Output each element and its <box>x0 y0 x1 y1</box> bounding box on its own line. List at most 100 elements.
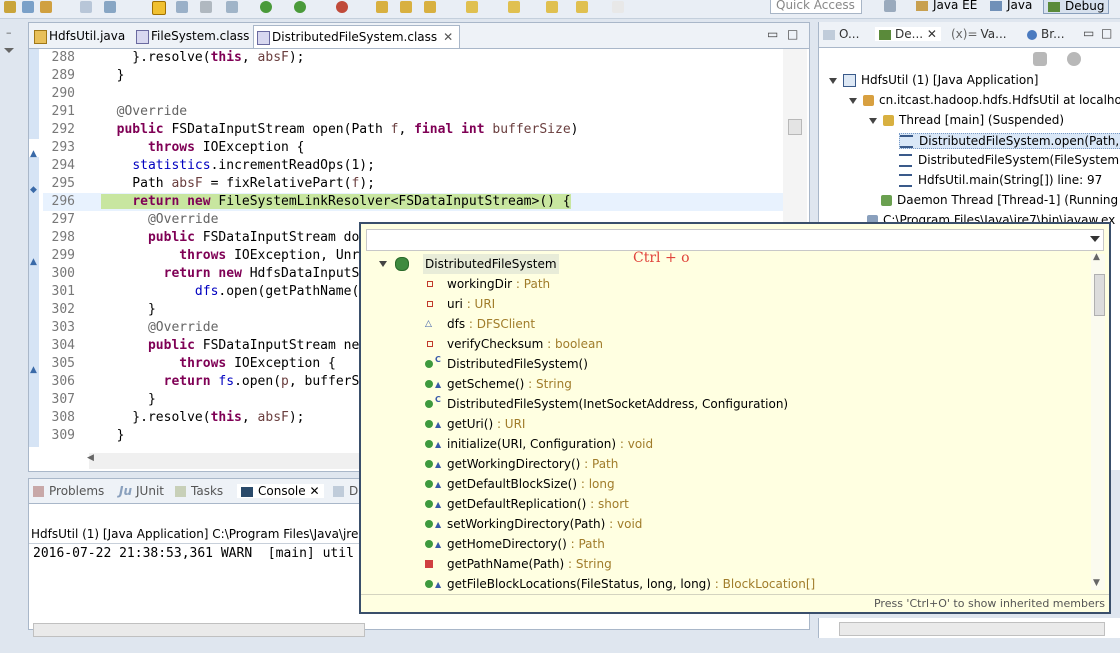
debug-tree-item[interactable]: Daemon Thread [Thread-1] (Running <box>881 193 1118 207</box>
tab-breakpoints[interactable]: Br... <box>1027 27 1065 41</box>
open-perspective-icon[interactable] <box>884 0 896 12</box>
minimize-icon[interactable]: ▭ <box>1083 26 1094 40</box>
close-icon[interactable]: ✕ <box>443 26 453 48</box>
breakpoint-marker-icon[interactable]: ◆ <box>30 185 37 195</box>
code-line: 290 <box>43 85 803 103</box>
terminate-icon[interactable] <box>176 1 188 13</box>
folder-icon[interactable] <box>40 1 52 13</box>
tab-filesystem-class[interactable]: FileSystem.class <box>133 25 249 47</box>
tab-tasks[interactable]: Tasks <box>175 484 223 498</box>
tab-debug-shell[interactable]: D <box>333 484 358 498</box>
class-icon <box>395 257 409 271</box>
outline-filter-input[interactable] <box>366 229 1104 251</box>
quick-access-input[interactable]: Quick Access <box>770 0 862 14</box>
problems-icon <box>33 486 44 497</box>
maximize-icon[interactable]: □ <box>1101 26 1112 40</box>
scroll-down-icon[interactable]: ▼ <box>1093 578 1100 588</box>
line-number: 308 <box>51 410 75 425</box>
minimize-icon[interactable]: – <box>6 26 12 39</box>
expand-icon[interactable] <box>849 97 857 104</box>
perspective-java-ee[interactable]: Java EE <box>916 0 977 14</box>
expand-icon[interactable] <box>869 117 877 124</box>
tab-hdfsutil-java[interactable]: HdfsUtil.java <box>31 25 125 47</box>
tab-debug[interactable]: De... ✕ <box>875 27 941 41</box>
annotation-icon[interactable] <box>466 1 478 13</box>
last-edit-icon[interactable] <box>612 1 624 13</box>
expand-icon[interactable] <box>379 261 387 267</box>
step-icon[interactable] <box>22 1 34 13</box>
console-output[interactable]: 2016-07-22 21:38:53,361 WARN [main] util <box>33 546 354 561</box>
search-icon[interactable] <box>424 1 436 13</box>
open-folder-icon[interactable] <box>376 1 388 13</box>
tab-variables[interactable]: (x)= Va... <box>951 27 1007 41</box>
disconnect-icon[interactable] <box>200 1 212 13</box>
shortcut-hint: Ctrl + o <box>633 250 690 266</box>
remove-terminated-icon[interactable] <box>1033 52 1047 66</box>
maximize-icon[interactable]: □ <box>787 27 798 41</box>
back-icon[interactable] <box>546 1 558 13</box>
tab-label: Problems <box>49 484 105 498</box>
code-line: 294 statistics.incrementReadOps(1); <box>43 157 803 175</box>
code-text: dfs.open(getPathName(p <box>194 284 367 299</box>
debug-icon[interactable] <box>4 1 16 13</box>
member-type: : Path <box>512 277 551 291</box>
tab-label: De... <box>895 27 924 41</box>
scrollbar-thumb[interactable] <box>1094 274 1105 316</box>
debug-tree-item-selected[interactable]: DistributedFileSystem.open(Path, <box>899 133 1120 149</box>
perspective-label: Java <box>1007 0 1033 12</box>
forward-icon[interactable] <box>576 1 588 13</box>
line-number: 307 <box>51 392 75 407</box>
scrollbar-thumb[interactable] <box>788 119 802 135</box>
next-annotation-icon[interactable] <box>508 1 520 13</box>
code-text: } <box>101 392 156 407</box>
expand-icon[interactable] <box>829 77 837 84</box>
view-menu-icon[interactable] <box>1090 236 1100 242</box>
perspective-java[interactable]: Java <box>990 0 1032 14</box>
step-into-icon[interactable] <box>226 1 238 13</box>
perspective-debug[interactable]: Debug <box>1043 0 1110 14</box>
tab-console[interactable]: Console ✕ <box>237 484 324 498</box>
line-number: 297 <box>51 212 75 227</box>
console-header: HdfsUtil (1) [Java Application] C:\Progr… <box>31 527 366 541</box>
scroll-up-icon[interactable]: ▲ <box>1093 252 1100 262</box>
debug-tree-item[interactable]: HdfsUtil.main(String[]) line: 97 <box>899 173 1102 187</box>
code-text: throws IOException { <box>179 356 336 371</box>
tab-label: D <box>349 484 359 498</box>
member-label: getPathName(Path) : String <box>447 554 612 574</box>
close-icon[interactable]: ✕ <box>309 484 319 498</box>
external-tools-icon[interactable] <box>336 1 348 13</box>
member-name: dfs <box>447 317 466 331</box>
debug-tree-item[interactable]: cn.itcast.hadoop.hdfs.HdfsUtil at localh… <box>849 93 1120 107</box>
default-field-icon: △ <box>425 319 432 329</box>
debug-tree-item[interactable]: Thread [main] (Suspended) <box>869 113 1064 127</box>
member-type: : boolean <box>543 337 603 351</box>
close-icon[interactable]: ✕ <box>927 27 937 41</box>
line-number: 306 <box>51 374 75 389</box>
scroll-left-icon[interactable]: ◀ <box>87 453 94 463</box>
highlight-icon[interactable] <box>152 1 166 15</box>
open-type-icon[interactable] <box>400 1 412 13</box>
class-file-icon <box>136 30 149 44</box>
skip-breakpoints-icon[interactable] <box>1067 52 1081 66</box>
tab-label: HdfsUtil.java <box>49 29 126 43</box>
run-history-icon[interactable] <box>294 1 306 13</box>
horizontal-scrollbar[interactable] <box>33 623 365 637</box>
debug-target-icon <box>863 95 874 106</box>
view-menu-icon[interactable] <box>4 48 14 53</box>
minimize-icon[interactable]: ▭ <box>767 27 778 41</box>
override-marker-icon: ▲ <box>30 257 37 267</box>
horizontal-scrollbar[interactable] <box>839 622 1105 636</box>
member-type: : short <box>586 497 629 511</box>
member-label: getUri() : URI <box>447 414 525 434</box>
debug-tree-item[interactable]: DistributedFileSystem(FileSystem). <box>899 153 1120 167</box>
line-number: 296 <box>51 194 75 209</box>
tab-outline[interactable]: O... <box>823 27 859 41</box>
public-method-icon <box>425 460 433 468</box>
tab-distributedfilesystem-class[interactable]: DistributedFileSystem.class ✕ <box>253 25 461 48</box>
run-icon[interactable] <box>260 1 272 13</box>
debug-tree-item[interactable]: HdfsUtil (1) [Java Application] <box>829 73 1038 87</box>
tab-junit[interactable]: Ju JUnit <box>119 484 164 498</box>
toggle-icon[interactable] <box>80 1 92 13</box>
breakpoint-icon[interactable] <box>104 1 116 13</box>
tab-problems[interactable]: Problems <box>33 484 104 498</box>
